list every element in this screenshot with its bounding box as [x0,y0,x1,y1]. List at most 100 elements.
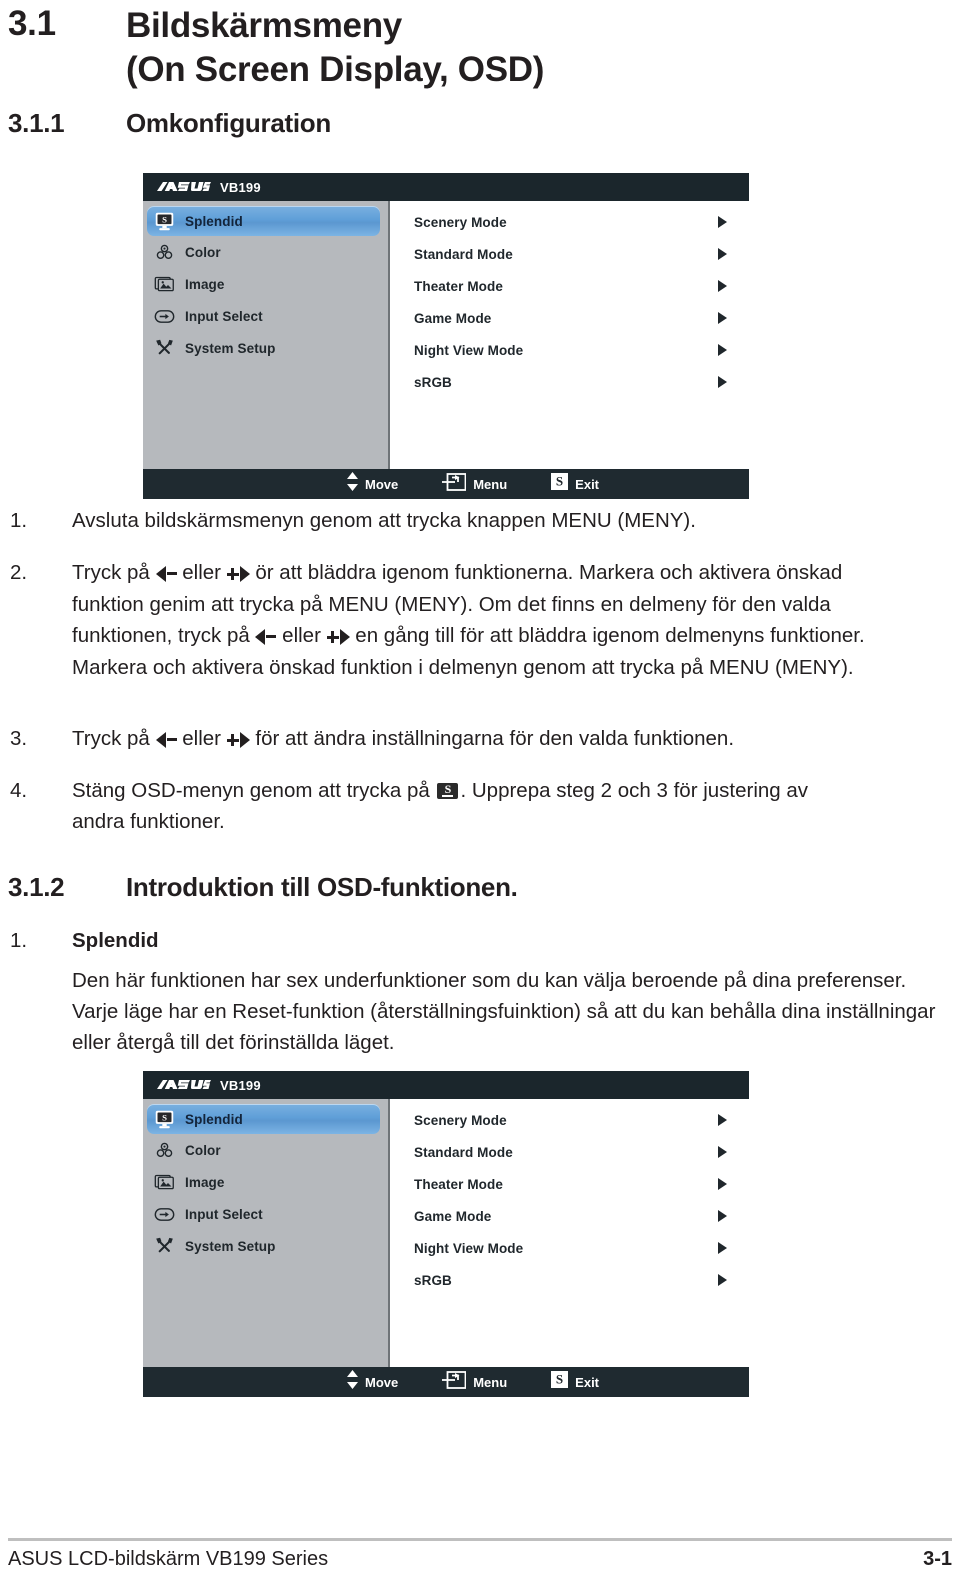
chevron-right-icon [718,280,727,292]
osd-sidebar-item-system-setup[interactable]: System Setup [143,332,388,364]
osd-option-standard-mode[interactable]: Standard Mode [390,1136,749,1168]
input-arrow-icon [154,306,175,327]
osd-option-label: Standard Mode [414,1144,513,1160]
step-3-part-a: Tryck på [72,727,156,750]
osd-option-srgb[interactable]: sRGB [390,1264,749,1296]
color-palette-icon [154,1140,175,1161]
footer-product-label: ASUS LCD-bildskärm VB199 Series [8,1548,329,1570]
osd-option-scenery-mode[interactable]: Scenery Mode [390,206,749,238]
svg-text:S: S [556,1372,563,1387]
osd-body: S Splendid Color Image Input Select Syst… [143,1099,749,1367]
osd-footer-exit[interactable]: S Exit [551,1371,599,1393]
osd-option-theater-mode[interactable]: Theater Mode [390,270,749,302]
osd-sidebar-item-system-setup[interactable]: System Setup [143,1230,388,1262]
osd-sidebar-label: Input Select [185,308,263,324]
step-2-part-d: eller [276,624,327,647]
osd-footer: Move Menu S Exit [143,1367,749,1397]
svg-text:S: S [162,1112,167,1122]
osd-sidebar-label: Color [185,1142,221,1158]
section-3-1-title-line1: Bildskärmsmeny [126,6,402,45]
osd-sidebar-item-splendid[interactable]: S Splendid [147,206,380,236]
splendid-body: Den här funktionen har sex underfunktion… [72,965,952,1058]
plus-right-arrow-icon [326,621,350,652]
osd-option-srgb[interactable]: sRGB [390,366,749,398]
osd-option-label: Game Mode [414,1208,492,1224]
chevron-right-icon [718,1210,727,1222]
chevron-right-icon [718,1178,727,1190]
osd-sidebar-item-color[interactable]: Color [143,1134,388,1166]
osd-option-label: Standard Mode [414,246,513,262]
osd-sidebar-item-splendid[interactable]: S Splendid [147,1104,380,1134]
step-1-text: Avsluta bildskärmsmenyn genom att trycka… [72,509,696,532]
step-2: 2. Tryck på eller ör att bläddra igenom … [10,557,900,683]
osd-sidebar-label: Splendid [185,1111,243,1127]
section-3-1-number: 3.1 [8,4,56,43]
osd-footer-move[interactable]: Move [346,1370,399,1394]
step-3-text: Tryck på eller för att ändra inställning… [72,723,910,755]
osd-footer-move[interactable]: Move [346,472,398,496]
chevron-right-icon [718,1114,727,1126]
osd-menu-screenshot-bottom: VB199 S Splendid Color Image Input Selec… [143,1071,749,1397]
osd-sidebar: S Splendid Color Image Input Select Syst… [143,201,390,469]
step-1: 1. Avsluta bildskärmsmenyn genom att try… [10,505,910,536]
svg-text:S: S [162,214,167,224]
osd-option-game-mode[interactable]: Game Mode [390,302,749,334]
osd-option-night-view-mode[interactable]: Night View Mode [390,334,749,366]
osd-option-label: Theater Mode [414,1176,503,1192]
step-2-number: 2. [10,561,28,584]
osd-footer-menu[interactable]: Menu [442,1370,508,1394]
osd-footer-label: Exit [575,476,600,492]
splendid-list-heading: 1. Splendid [10,925,910,956]
osd-option-scenery-mode[interactable]: Scenery Mode [390,1104,749,1136]
osd-footer-exit[interactable]: S Exit [551,473,599,495]
osd-sidebar-label: System Setup [185,340,276,356]
splendid-s-icon: S [551,473,569,495]
footer-page-number: 3-1 [923,1548,952,1570]
plus-right-arrow-icon [226,724,250,755]
section-3-1-2-number: 3.1.2 [8,872,65,902]
osd-footer-label: Menu [473,1374,508,1390]
osd-titlebar: VB199 [143,173,749,201]
step-4: 4. Stäng OSD-menyn genom att trycka på S… [10,775,850,837]
osd-sidebar-item-input-select[interactable]: Input Select [143,300,388,332]
osd-sidebar-label: Input Select [185,1206,263,1222]
osd-sidebar-item-color[interactable]: Color [143,236,388,268]
image-picture-icon [154,274,175,295]
osd-footer-label: Exit [575,1374,600,1390]
osd-option-label: Game Mode [414,310,492,326]
chevron-right-icon [718,248,727,260]
step-4-number: 4. [10,779,28,802]
osd-sidebar-item-image[interactable]: Image [143,1166,388,1198]
step-2-text: Tryck på eller ör att bläddra igenom fun… [72,557,900,683]
menu-enter-icon [442,1370,467,1394]
section-3-1-title: Bildskärmsmeny (On Screen Display, OSD) [126,4,544,92]
osd-sidebar-item-input-select[interactable]: Input Select [143,1198,388,1230]
step-2-part-a: Tryck på [72,561,156,584]
chevron-right-icon [718,376,727,388]
osd-option-label: Scenery Mode [414,214,507,230]
splendid-s-icon: S [551,1371,569,1393]
osd-sidebar-item-image[interactable]: Image [143,268,388,300]
osd-option-label: sRGB [414,374,452,390]
osd-option-label: sRGB [414,1272,452,1288]
chevron-right-icon [718,312,727,324]
chevron-right-icon [718,1274,727,1286]
color-palette-icon [154,242,175,263]
osd-footer-menu[interactable]: Menu [442,472,507,496]
osd-footer-label: Move [364,1374,399,1390]
section-3-1-1-number: 3.1.1 [8,108,65,138]
osd-option-theater-mode[interactable]: Theater Mode [390,1168,749,1200]
chevron-right-icon [718,1146,727,1158]
svg-text:S: S [556,474,563,489]
osd-option-game-mode[interactable]: Game Mode [390,1200,749,1232]
menu-enter-icon [442,472,467,496]
osd-model-label: VB199 [220,1077,261,1093]
left-arrow-minus-icon [255,621,277,652]
osd-option-standard-mode[interactable]: Standard Mode [390,238,749,270]
osd-option-night-view-mode[interactable]: Night View Mode [390,1232,749,1264]
step-4-text: Stäng OSD-menyn genom att trycka på S. U… [72,775,850,837]
section-3-1-1-title: Omkonfiguration [126,108,331,138]
chevron-right-icon [718,216,727,228]
asus-logo-icon [157,1079,211,1092]
osd-options-panel: Scenery Mode Standard Mode Theater Mode … [390,201,749,469]
